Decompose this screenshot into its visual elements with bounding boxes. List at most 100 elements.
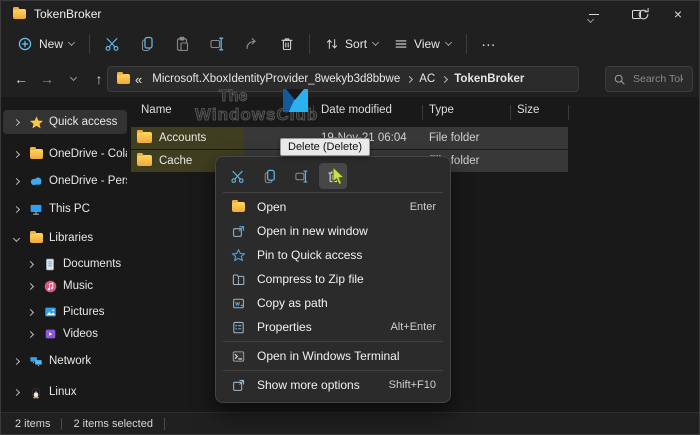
folder-icon [137,132,152,143]
address-dropdown-button[interactable] [588,11,593,25]
breadcrumb-chevron-icon [406,75,413,82]
column-header-size[interactable]: Size [517,104,539,116]
expand-chevron-icon[interactable] [9,179,23,184]
see-more-button[interactable]: … [474,30,504,58]
collapse-chevron-icon[interactable] [9,236,23,241]
sidebar-item-network[interactable]: Network [3,349,127,373]
properties-icon [230,320,246,335]
titlebar: TokenBroker × [1,1,699,27]
menu-separator [223,370,443,371]
expand-chevron-icon[interactable] [23,310,37,315]
menu-item-properties[interactable]: Properties Alt+Enter [221,315,445,339]
sort-arrows-icon [325,37,339,51]
rename-button[interactable] [202,30,232,58]
expand-chevron-icon[interactable] [9,359,23,364]
minimize-button[interactable] [573,1,615,27]
menu-item-label: Open in new window [257,224,428,238]
sidebar-item-music[interactable]: Music [3,274,127,298]
menu-item-open-in-windows-terminal[interactable]: Open in Windows Terminal [221,344,445,368]
file-explorer-window: TokenBroker × New [0,0,700,435]
forward-button[interactable]: → [35,66,59,92]
file-name: Cache [159,150,192,172]
ellipsis-icon: … [481,33,497,50]
new-button[interactable]: New [9,30,82,58]
rename-icon [209,36,225,52]
toolbar-divider [309,34,310,54]
status-bar: 2 items 2 items selected [1,412,699,434]
menu-item-label: Open [257,200,402,214]
column-header-name[interactable]: Name [141,104,172,116]
copy-button[interactable] [132,30,162,58]
menu-cut-button[interactable] [223,163,251,189]
items-count: 2 items [15,418,50,430]
menu-item-open[interactable]: Open Enter [221,195,445,219]
view-button-label: View [414,37,440,51]
trash-icon [279,36,295,52]
sidebar-item-linux[interactable]: Linux [3,380,127,404]
column-divider[interactable] [422,105,423,120]
sidebar-item-label: Linux [49,386,77,398]
sort-button[interactable]: Sort [317,30,386,58]
paste-button[interactable] [167,30,197,58]
expand-chevron-icon[interactable] [9,207,23,212]
selection-count: 2 items selected [73,418,152,430]
menu-item-pin-to-quick-access[interactable]: Pin to Quick access [221,243,445,267]
sidebar-item-onedrive-business[interactable]: OneDrive - Colantu [3,142,127,166]
music-icon [41,279,59,294]
expand-chevron-icon[interactable] [9,152,23,157]
share-icon [244,36,260,52]
navigation-pane: Quick access OneDrive - Colantu OneDrive… [1,97,129,412]
menu-item-show-more-options[interactable]: Show more options Shift+F10 [221,373,445,397]
delete-button[interactable] [272,30,302,58]
column-header-type[interactable]: Type [429,104,454,116]
breadcrumb-segment[interactable]: AC [419,73,435,85]
sidebar-item-this-pc[interactable]: This PC [3,197,127,221]
close-button[interactable]: × [657,1,699,27]
breadcrumb-segment-current[interactable]: TokenBroker [454,73,524,85]
sidebar-item-onedrive-personal[interactable]: OneDrive - Personal [3,169,127,193]
context-menu-icon-row [221,162,445,190]
new-button-label: New [39,37,63,51]
expand-chevron-icon[interactable] [9,120,23,125]
column-divider[interactable] [313,105,314,120]
menu-item-copy-as-path[interactable]: Copy as path [221,291,445,315]
refresh-button[interactable] [636,7,651,22]
cut-icon [230,169,245,184]
breadcrumb-overflow[interactable]: « [135,72,142,87]
column-divider[interactable] [510,105,511,120]
search-input[interactable] [631,72,685,86]
sidebar-item-videos[interactable]: Videos [3,322,127,346]
menu-item-open-in-new-window[interactable]: Open in new window [221,219,445,243]
toolbar-divider [89,34,90,54]
cut-button[interactable] [97,30,127,58]
view-button[interactable]: View [386,30,459,58]
paste-icon [174,36,190,52]
menu-item-compress-to-zip[interactable]: Compress to Zip file [221,267,445,291]
expand-chevron-icon[interactable] [9,390,23,395]
menu-delete-button[interactable] [319,163,347,189]
sidebar-item-quick-access[interactable]: Quick access [3,110,127,134]
menu-copy-button[interactable] [255,163,283,189]
pin-star-icon [230,248,246,263]
address-bar[interactable]: « Microsoft.XboxIdentityProvider_8wekyb3… [107,66,579,92]
menu-item-label: Compress to Zip file [257,272,428,286]
recent-locations-button[interactable] [61,66,85,92]
sidebar-item-pictures[interactable]: Pictures [3,300,127,324]
cloud-icon [27,174,45,188]
zip-folder-icon [230,272,246,287]
column-header-date-modified[interactable]: Date modified [321,104,392,116]
sidebar-item-label: Quick access [49,116,117,128]
sidebar-item-documents[interactable]: Documents [3,252,127,276]
column-divider[interactable] [568,105,569,120]
breadcrumb-segment[interactable]: Microsoft.XboxIdentityProvider_8wekyb3d8… [152,73,400,85]
menu-rename-button[interactable] [287,163,315,189]
sidebar-item-label: OneDrive - Personal [49,175,127,187]
expand-chevron-icon[interactable] [23,332,37,337]
back-button[interactable]: ← [9,66,33,92]
share-button[interactable] [237,30,267,58]
expand-chevron-icon[interactable] [23,284,37,289]
sidebar-item-libraries[interactable]: Libraries [3,226,127,250]
breadcrumb-chevron-icon [441,75,448,82]
menu-separator [223,192,443,193]
expand-chevron-icon[interactable] [23,262,37,267]
